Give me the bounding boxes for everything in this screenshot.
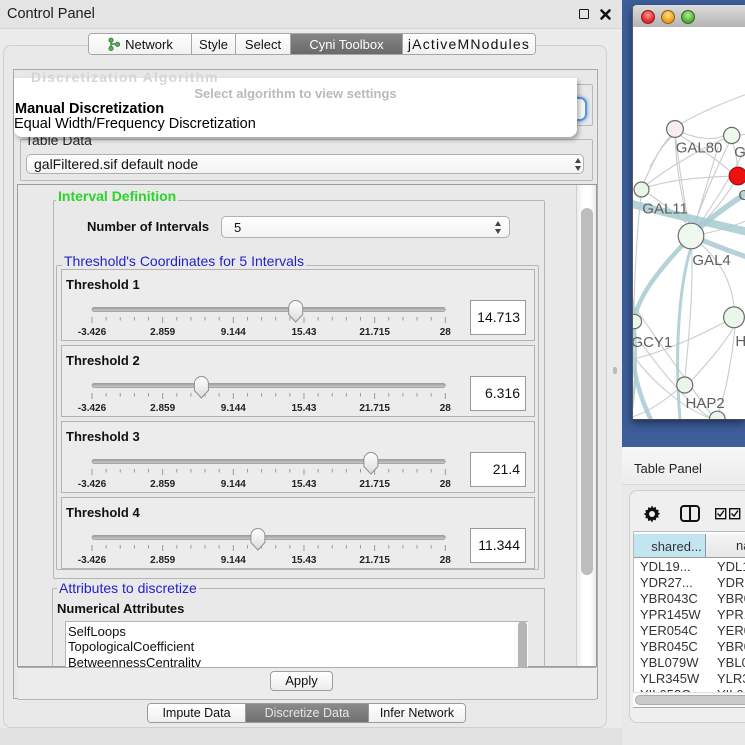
svg-text:HAP2: HAP2	[686, 395, 725, 412]
svg-text:GAL80: GAL80	[676, 140, 723, 157]
svg-text:GAL11: GAL11	[642, 201, 688, 218]
svg-text:GA: GA	[734, 144, 745, 161]
svg-text:H: H	[735, 333, 745, 350]
svg-text:GAL4: GAL4	[692, 252, 730, 269]
svg-text:GCY1: GCY1	[632, 334, 672, 351]
svg-text:CD: CD	[738, 187, 745, 204]
